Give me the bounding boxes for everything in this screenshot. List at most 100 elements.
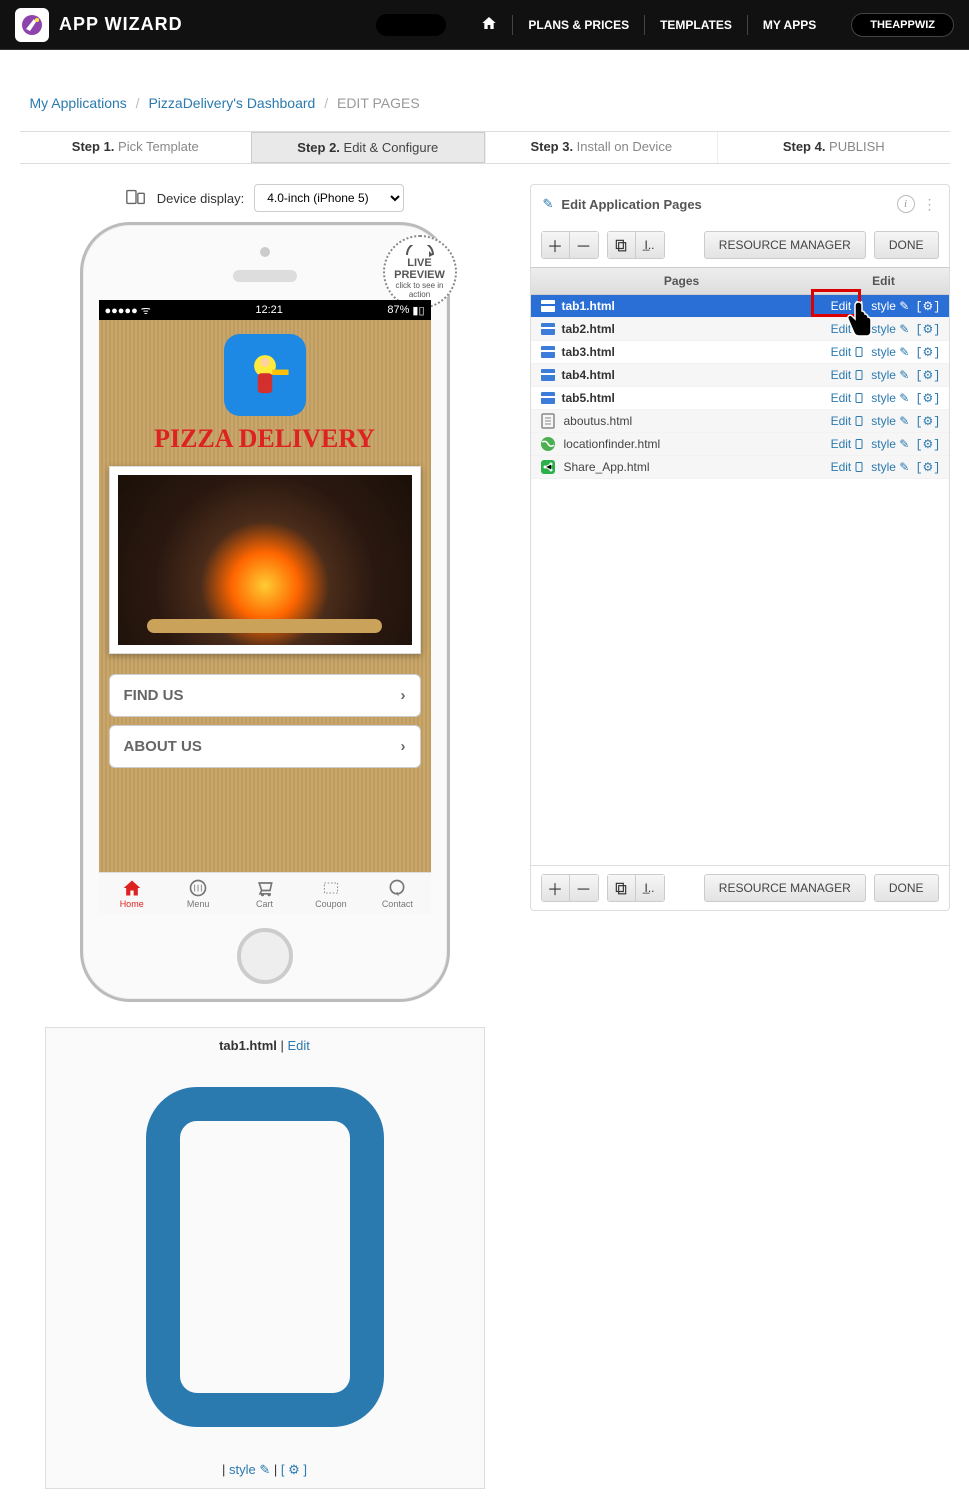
row-gear[interactable]: [⚙]	[915, 414, 940, 429]
remove-button[interactable]: －	[570, 232, 598, 258]
page-row[interactable]: tab3.html Edit style ✎ [⚙]	[531, 341, 949, 364]
row-style[interactable]: style ✎	[871, 414, 909, 428]
row-edit[interactable]: Edit	[831, 368, 866, 382]
tab-contact[interactable]: Contact	[364, 873, 430, 914]
row-style[interactable]: style ✎	[871, 437, 909, 451]
page-row[interactable]: tab1.html Edit style ✎ [⚙]	[531, 295, 949, 318]
row-name: tab2.html	[562, 322, 825, 336]
page-row[interactable]: tab5.htmlEdit style ✎[⚙]	[531, 387, 949, 410]
row-icon	[539, 436, 557, 452]
row-edit[interactable]: Edit	[831, 345, 866, 359]
device-select[interactable]: 4.0-inch (iPhone 5)	[254, 184, 404, 212]
nav-myapps[interactable]: MY APPS	[747, 15, 831, 35]
row-name: tab4.html	[562, 368, 825, 382]
done-button[interactable]: DONE	[874, 231, 939, 259]
home-button[interactable]	[237, 928, 293, 984]
chevron-right-icon: ›	[401, 687, 406, 704]
page-row[interactable]: Share_App.htmlEdit style ✎[⚙]	[531, 456, 949, 479]
copy-button-bottom[interactable]	[608, 875, 636, 901]
row-edit[interactable]: Edit	[831, 391, 866, 405]
row-edit[interactable]: Edit	[831, 322, 866, 336]
row-edit[interactable]: Edit	[831, 299, 866, 313]
tab-home[interactable]: Home	[99, 873, 165, 914]
step-3[interactable]: Step 3. Install on Device	[485, 132, 718, 163]
home-icon[interactable]	[466, 15, 512, 34]
row-style[interactable]: style ✎	[871, 460, 909, 474]
row-icon	[539, 390, 557, 406]
status-time: 12:21	[151, 304, 388, 316]
step-2[interactable]: Step 2. Edit & Configure	[251, 132, 485, 163]
row-gear[interactable]: [⚙]	[915, 299, 940, 314]
row-style[interactable]: style ✎	[871, 322, 909, 336]
user-button[interactable]: THEAPPWIZ	[851, 13, 954, 37]
tab-cart[interactable]: Cart	[231, 873, 297, 914]
phone-screen: ●●●●● ᯤ 12:21 87% ▮▯ PIZZA DELIVERY FIND…	[99, 300, 431, 914]
device-display-row: Device display: 4.0-inch (iPhone 5)	[125, 184, 404, 212]
pizza-photo	[109, 466, 421, 654]
live-preview-badge[interactable]: LIVE PREVIEW click to see in action	[383, 235, 457, 309]
row-icon	[539, 344, 557, 360]
crumb-apps[interactable]: My Applications	[30, 95, 127, 111]
row-edit[interactable]: Edit	[831, 437, 866, 451]
pencil-icon: ✎	[543, 196, 554, 212]
copy-button[interactable]	[608, 232, 636, 258]
tab-bar: Home Menu Cart Coupon Contact	[99, 872, 431, 914]
add-button[interactable]: ＋	[542, 232, 570, 258]
remove-button-bottom[interactable]: －	[570, 875, 598, 901]
rename-button[interactable]: I̲..	[636, 232, 664, 258]
footer-gear[interactable]: [ ⚙ ]	[281, 1462, 307, 1477]
about-us-item[interactable]: ABOUT US›	[109, 725, 421, 768]
row-edit[interactable]: Edit	[831, 414, 866, 428]
footer-edit[interactable]: Edit	[61, 1038, 469, 1462]
row-icon	[539, 413, 557, 429]
row-style[interactable]: style ✎	[871, 391, 909, 405]
crumb-current: EDIT PAGES	[337, 95, 420, 111]
row-name: locationfinder.html	[562, 437, 825, 451]
pages-panel: ✎ Edit Application Pages i ⋮ ＋ － I̲.. RE…	[530, 184, 950, 911]
steps-bar: Step 1. Pick Template Step 2. Edit & Con…	[20, 131, 950, 164]
chevron-right-icon: ›	[401, 738, 406, 755]
resource-manager-button[interactable]: RESOURCE MANAGER	[704, 231, 866, 259]
row-name: tab3.html	[562, 345, 825, 359]
step-1[interactable]: Step 1. Pick Template	[20, 132, 252, 163]
more-icon[interactable]: ⋮	[923, 196, 937, 213]
signal-icon: ●●●●● ᯤ	[105, 303, 151, 318]
row-gear[interactable]: [⚙]	[915, 368, 940, 383]
find-us-item[interactable]: FIND US›	[109, 674, 421, 717]
logo-icon	[15, 8, 49, 42]
page-row[interactable]: locationfinder.html Edit style ✎ [⚙]	[531, 433, 949, 456]
row-name: tab1.html	[562, 299, 825, 313]
row-gear[interactable]: [⚙]	[915, 345, 940, 360]
add-button-bottom[interactable]: ＋	[542, 875, 570, 901]
footer-style[interactable]: style ✎	[229, 1462, 270, 1477]
done-button-bottom[interactable]: DONE	[874, 874, 939, 902]
nav-plans[interactable]: PLANS & PRICES	[512, 15, 644, 35]
page-row[interactable]: aboutus.html Edit style ✎ [⚙]	[531, 410, 949, 433]
tab-menu[interactable]: Menu	[165, 873, 231, 914]
row-edit[interactable]: Edit	[831, 460, 866, 474]
row-icon	[539, 321, 557, 337]
row-name: aboutus.html	[562, 414, 825, 428]
row-icon	[539, 298, 557, 314]
rename-button-bottom[interactable]: I̲..	[636, 875, 664, 901]
resource-manager-button-bottom[interactable]: RESOURCE MANAGER	[704, 874, 866, 902]
info-icon[interactable]: i	[897, 195, 915, 213]
device-display-label: Device display:	[157, 191, 244, 206]
topbar: APP WIZARD PLANS & PRICES TEMPLATES MY A…	[0, 0, 969, 50]
crumb-dashboard[interactable]: PizzaDelivery's Dashboard	[148, 95, 315, 111]
step-4[interactable]: Step 4. PUBLISH	[717, 132, 950, 163]
nav-templates[interactable]: TEMPLATES	[644, 15, 747, 35]
col-pages: Pages	[531, 268, 819, 294]
row-style[interactable]: style ✎	[871, 299, 909, 313]
row-gear[interactable]: [⚙]	[915, 391, 940, 406]
row-style[interactable]: style ✎	[871, 345, 909, 359]
row-gear[interactable]: [⚙]	[915, 460, 940, 475]
row-style[interactable]: style ✎	[871, 368, 909, 382]
page-row[interactable]: tab2.html Edit style ✎ [⚙]	[531, 318, 949, 341]
page-row[interactable]: tab4.html Edit style ✎ [⚙]	[531, 364, 949, 387]
tab-coupon[interactable]: Coupon	[298, 873, 364, 914]
row-gear[interactable]: [⚙]	[915, 322, 940, 337]
row-gear[interactable]: [⚙]	[915, 437, 940, 452]
app-title: PIZZA DELIVERY	[109, 424, 421, 454]
breadcrumb: My Applications / PizzaDelivery's Dashbo…	[30, 95, 950, 111]
